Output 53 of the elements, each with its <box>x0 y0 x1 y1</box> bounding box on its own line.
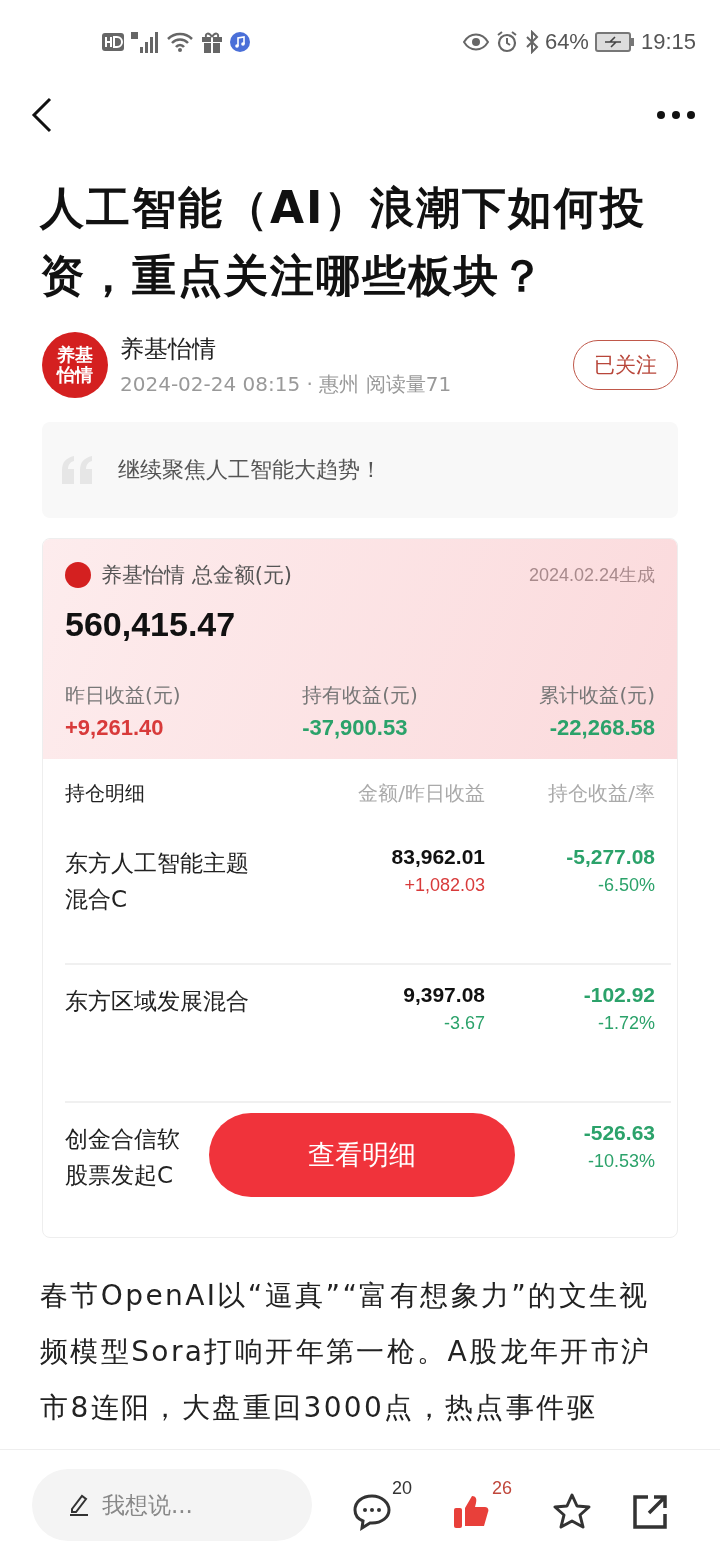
post-meta: 2024-02-24 08:15 · 惠州 阅读量71 <box>120 370 453 398</box>
bluetooth-icon <box>524 30 539 54</box>
daily-profit: -3.67 <box>443 1013 485 1034</box>
author-avatar[interactable]: 养基怡情 <box>42 332 108 398</box>
author-name[interactable]: 养基怡情 <box>120 332 561 365</box>
stat-label: 昨日收益(元) <box>65 682 181 709</box>
profit-rate: -1.72% <box>597 1013 655 1034</box>
gift-icon <box>200 30 224 54</box>
column-header: 持仓明细 <box>65 779 146 807</box>
eye-icon <box>462 33 489 51</box>
view-details-button[interactable]: 查看明细 <box>209 1113 515 1197</box>
fund-amount: 9,397.08 <box>403 983 485 1007</box>
like-button[interactable]: 26 <box>452 1478 513 1532</box>
brand-logo <box>65 562 91 588</box>
article-paragraph: 春节OpenAI以“逼真”“富有想象力”的文生视频模型Sora打响开年第一枪。A股龙年开市沪市8连阳，大盘重回3000点，热点事件驱 <box>40 1278 653 1426</box>
profit-rate: -10.53% <box>587 1151 655 1172</box>
follow-button[interactable]: 已关注 <box>573 340 678 390</box>
battery-percent: 64% <box>544 29 589 55</box>
hd-icon <box>102 33 124 51</box>
daily-profit: +1,082.03 <box>404 875 485 896</box>
stat-value: -37,900.53 <box>302 715 408 741</box>
clock-time: 19:15 <box>640 29 696 55</box>
comment-input[interactable]: 我想说... <box>100 1491 284 1519</box>
article-title: 人工智能（AI）浪潮下如何投资，重点关注哪些板块？ <box>40 181 648 303</box>
battery-charging-icon <box>594 32 635 52</box>
generated-date: 2024.02.24生成 <box>528 564 655 587</box>
total-amount: 560,415.47 <box>65 605 237 644</box>
holding-profit: -102.92 <box>583 983 655 1007</box>
profit-rate: -6.50% <box>597 875 655 896</box>
fund-name: 创金合信软 股票发起C <box>65 1125 181 1190</box>
stat-value: -22,268.58 <box>549 715 655 741</box>
stat-label: 累计收益(元) <box>539 682 655 709</box>
music-icon <box>230 32 250 52</box>
holding-profit: -526.63 <box>583 1121 655 1145</box>
holding-profit: -5,277.08 <box>566 845 655 869</box>
wifi-icon <box>166 31 194 53</box>
back-button[interactable] <box>30 96 54 134</box>
share-icon <box>632 1494 669 1530</box>
stat-value: +9,261.40 <box>65 715 165 741</box>
column-header: 金额/昨日收益 <box>357 779 485 807</box>
quote-text: 继续聚焦人工智能大趋势！ <box>118 456 382 484</box>
comment-field[interactable]: 我想说... <box>32 1469 312 1541</box>
card-brand: 养基怡情 总金额(元) <box>101 562 294 589</box>
fund-name: 东方人工智能主题 混合C <box>65 849 250 914</box>
pencil-icon <box>68 1493 90 1517</box>
signal-icon <box>130 30 160 54</box>
fund-name: 东方区域发展混合 <box>65 987 250 1016</box>
comment-button[interactable]: 20 <box>352 1478 413 1532</box>
fund-amount: 83,962.01 <box>391 845 485 869</box>
more-button[interactable] <box>656 110 696 120</box>
comment-icon <box>352 1492 392 1532</box>
column-header: 持仓收益/率 <box>547 779 655 807</box>
stat-label: 持有收益(元) <box>302 682 418 709</box>
